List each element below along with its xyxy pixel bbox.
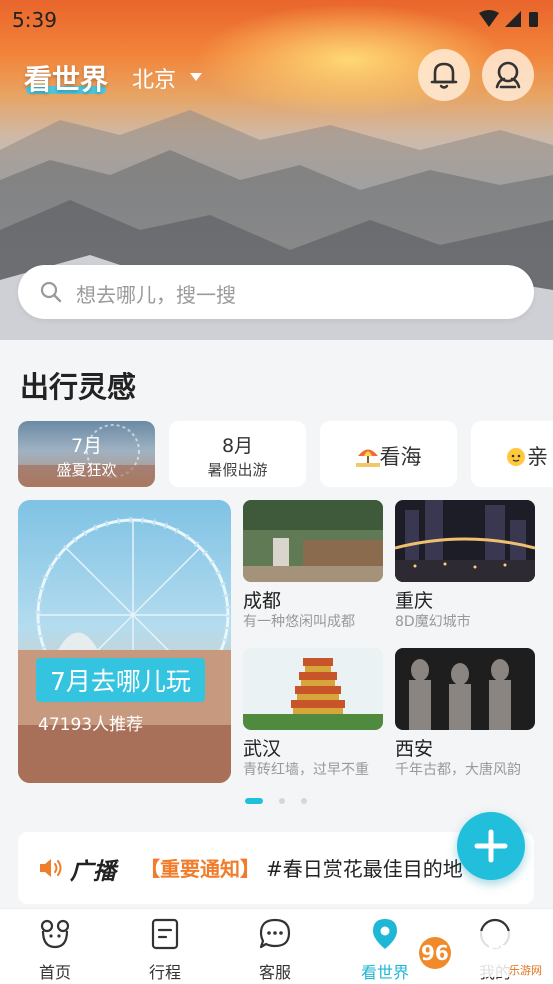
watermark-subtext: 乐游网 xyxy=(509,964,542,977)
profile-button[interactable] xyxy=(482,49,534,101)
search-icon xyxy=(40,281,62,303)
avatar-icon xyxy=(495,61,521,89)
destination-card-xian[interactable]: 西安 千年古都，大唐风韵 xyxy=(395,648,535,779)
notification-button[interactable] xyxy=(418,49,470,101)
beach-umbrella-icon xyxy=(355,445,380,467)
itinerary-icon xyxy=(151,918,179,950)
chengdu-image xyxy=(243,500,383,582)
wifi-icon xyxy=(479,10,499,27)
xian-image xyxy=(395,648,535,730)
battery-icon xyxy=(529,12,538,27)
pager-dot-active[interactable] xyxy=(245,798,263,804)
broadcast-tag: 【重要通知】 xyxy=(140,857,260,881)
destination-desc: 青砖红墙，过早不重 xyxy=(243,762,369,778)
destination-name: 成都 xyxy=(243,590,282,612)
chip-label: 亲 xyxy=(527,445,548,469)
wuhan-image xyxy=(243,648,383,730)
chip-july[interactable]: 7月 盛夏狂欢 xyxy=(18,421,155,487)
search-input[interactable]: 想去哪儿，搜一搜 xyxy=(18,265,534,319)
broadcast-text: #春日赏花最佳目的地 xyxy=(266,857,463,881)
chip-subtitle: 盛夏狂欢 xyxy=(56,461,117,479)
tab-label: 首页 xyxy=(38,963,71,982)
speaker-icon xyxy=(40,859,62,877)
search-placeholder: 想去哪儿，搜一搜 xyxy=(76,283,236,307)
feature-card[interactable]: 7月去哪儿玩 47193人推荐 xyxy=(18,500,231,783)
chip-subtitle: 暑假出游 xyxy=(207,461,268,479)
status-bar: 5:39 xyxy=(0,0,553,38)
pager-dot[interactable] xyxy=(301,798,307,804)
ferris-wheel-image xyxy=(18,517,231,783)
destination-card-chengdu[interactable]: 成都 有一种悠闲叫成都 xyxy=(243,500,383,631)
tab-home[interactable]: 首页 xyxy=(0,909,110,984)
chongqing-image xyxy=(395,500,535,582)
feature-title: 7月去哪儿玩 xyxy=(36,658,205,702)
destination-name: 重庆 xyxy=(395,590,434,612)
city-selector[interactable]: 北京 xyxy=(132,62,176,94)
bell-icon xyxy=(430,62,458,89)
section-title: 出行灵感 xyxy=(20,370,137,404)
broadcast-label: 广播 xyxy=(70,859,116,885)
baby-icon xyxy=(505,445,527,467)
watermark-logo: 962.NET 乐游网 xyxy=(413,929,551,979)
plus-icon xyxy=(474,829,508,863)
chip-august[interactable]: 8月 暑假出游 xyxy=(169,421,306,487)
chevron-down-icon[interactable] xyxy=(190,73,202,81)
chip-family[interactable]: 亲 xyxy=(471,421,553,487)
destination-name: 武汉 xyxy=(243,738,282,760)
add-button[interactable] xyxy=(457,812,525,880)
chip-month: 7月 xyxy=(70,435,103,457)
signal-icon xyxy=(505,11,521,27)
destination-name: 西安 xyxy=(395,738,434,760)
tab-itinerary[interactable]: 行程 xyxy=(110,909,220,984)
chip-month: 8月 xyxy=(221,435,254,457)
watermark-text: 962.NET xyxy=(421,941,515,965)
tab-service[interactable]: 客服 xyxy=(220,909,330,984)
destination-desc: 8D魔幻城市 xyxy=(395,614,471,630)
chat-icon xyxy=(259,918,291,949)
tab-label: 客服 xyxy=(258,963,291,982)
destination-card-wuhan[interactable]: 武汉 青砖红墙，过早不重 xyxy=(243,648,383,779)
page-title: 看世界 xyxy=(24,63,109,96)
destination-desc: 有一种悠闲叫成都 xyxy=(243,614,355,630)
home-face-icon xyxy=(40,919,70,949)
pager-dot[interactable] xyxy=(279,798,285,804)
chip-label: 看海 xyxy=(379,445,422,469)
feature-subtitle: 47193人推荐 xyxy=(38,715,144,735)
chip-sea[interactable]: 看海 xyxy=(320,421,457,487)
status-time: 5:39 xyxy=(12,8,57,32)
tab-label: 行程 xyxy=(148,963,181,982)
location-pin-icon xyxy=(373,919,397,949)
status-icons xyxy=(479,10,538,27)
destination-card-chongqing[interactable]: 重庆 8D魔幻城市 xyxy=(395,500,535,631)
destination-desc: 千年古都，大唐风韵 xyxy=(395,762,521,778)
